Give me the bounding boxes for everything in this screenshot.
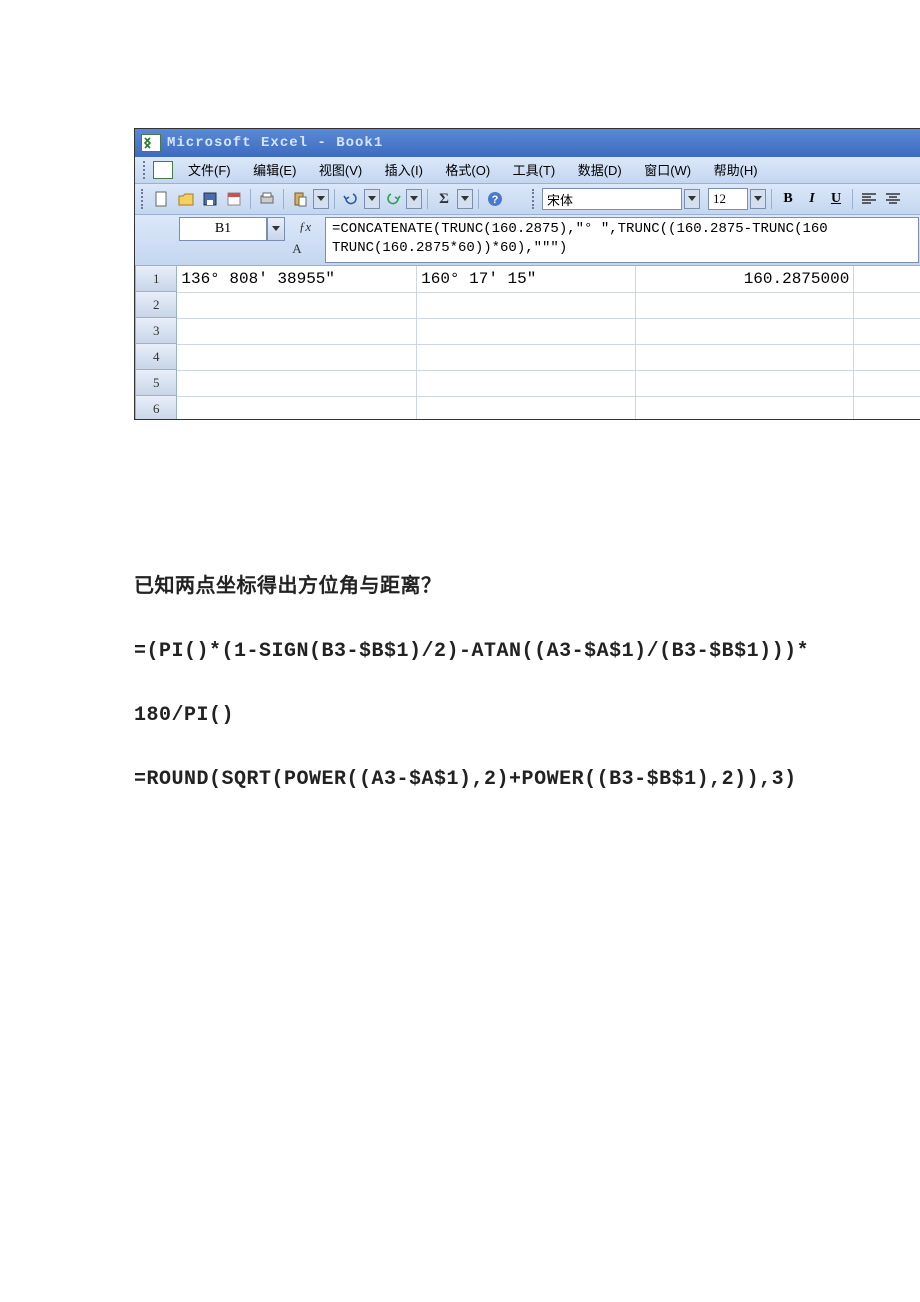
cell-D1[interactable]	[854, 266, 920, 293]
help-icon[interactable]: ?	[484, 188, 506, 210]
menu-data[interactable]: 数据(D)	[569, 163, 631, 178]
font-dropdown-icon[interactable]	[684, 189, 700, 209]
excel-screenshot: Microsoft Excel - Book1 文件(F) 编辑(E) 视图(V…	[134, 128, 920, 420]
underline-icon[interactable]: U	[825, 188, 847, 210]
cell-C1[interactable]: 160.2875000	[636, 266, 855, 293]
app-icon	[153, 161, 173, 179]
separator	[334, 189, 335, 209]
formula-text-1: =CONCATENATE(TRUNC(160.2875),"° ",TRUNC(…	[332, 220, 912, 239]
separator	[283, 189, 284, 209]
cell[interactable]	[417, 344, 636, 371]
cell[interactable]	[177, 318, 417, 345]
separator	[852, 189, 853, 209]
cell[interactable]	[417, 370, 636, 397]
cell[interactable]	[636, 344, 855, 371]
font-size-box[interactable]: 12	[708, 188, 748, 210]
cell-B1[interactable]: 160° 17′ 15″	[417, 266, 636, 293]
cell[interactable]	[854, 370, 920, 397]
cell[interactable]	[177, 370, 417, 397]
document-text: 已知两点坐标得出方位角与距离？ =(PI()*(1-SIGN(B3-$B$1)/…	[134, 572, 834, 828]
cell[interactable]	[636, 396, 855, 420]
cell[interactable]	[854, 344, 920, 371]
grip-icon	[143, 161, 149, 179]
title-bar: Microsoft Excel - Book1	[135, 129, 920, 157]
undo-dropdown-icon[interactable]	[364, 189, 380, 209]
doc-line-1: =(PI()*(1-SIGN(B3-$B$1)/2)-ATAN((A3-$A$1…	[134, 636, 834, 668]
doc-line-2: 180/PI()	[134, 700, 834, 732]
cell[interactable]	[177, 396, 417, 420]
menu-view[interactable]: 视图(V)	[310, 163, 371, 178]
menu-window[interactable]: 窗口(W)	[635, 163, 700, 178]
align-center-icon[interactable]	[882, 188, 904, 210]
menu-file[interactable]: 文件(F)	[179, 163, 240, 178]
spreadsheet-grid: A 1 136° 808′ 38955″ 160° 17′ 15″ 160.28…	[135, 266, 920, 420]
cell[interactable]	[636, 318, 855, 345]
cell[interactable]	[854, 318, 920, 345]
menu-bar: 文件(F) 编辑(E) 视图(V) 插入(I) 格式(O) 工具(T) 数据(D…	[135, 157, 920, 184]
bold-icon[interactable]: B	[777, 188, 799, 210]
menu-edit[interactable]: 编辑(E)	[244, 163, 305, 178]
italic-icon[interactable]: I	[801, 188, 823, 210]
redo-dropdown-icon[interactable]	[406, 189, 422, 209]
separator	[771, 189, 772, 209]
cell[interactable]	[417, 292, 636, 319]
namebox-dropdown-icon[interactable]	[267, 217, 285, 241]
svg-text:?: ?	[492, 194, 499, 206]
excel-icon	[141, 134, 161, 152]
autosum-dropdown-icon[interactable]	[457, 189, 473, 209]
cell[interactable]	[417, 396, 636, 420]
row-header[interactable]: 2	[135, 292, 177, 318]
name-box[interactable]: B1	[179, 217, 267, 241]
row-header[interactable]: 4	[135, 344, 177, 370]
menu-tools[interactable]: 工具(T)	[504, 163, 565, 178]
open-icon[interactable]	[175, 188, 197, 210]
formula-text-2: TRUNC(160.2875*60))*60),"″")	[332, 239, 912, 258]
redo-icon[interactable]	[382, 188, 404, 210]
autosum-icon[interactable]: Σ	[433, 188, 455, 210]
grip-icon	[141, 189, 147, 209]
cell[interactable]	[854, 292, 920, 319]
cell[interactable]	[177, 292, 417, 319]
separator	[427, 189, 428, 209]
row-header[interactable]: 6	[135, 396, 177, 420]
grip-icon	[532, 189, 538, 209]
separator	[250, 189, 251, 209]
menu-format[interactable]: 格式(O)	[436, 163, 499, 178]
fontsize-dropdown-icon[interactable]	[750, 189, 766, 209]
row-header[interactable]: 5	[135, 370, 177, 396]
cell[interactable]	[177, 344, 417, 371]
column-header-A[interactable]: A	[177, 241, 417, 257]
row-header[interactable]: 3	[135, 318, 177, 344]
cell-A1[interactable]: 136° 808′ 38955″	[177, 266, 417, 293]
cell[interactable]	[854, 396, 920, 420]
doc-line-3: =ROUND(SQRT(POWER((A3-$A$1),2)+POWER((B3…	[134, 764, 834, 796]
save-icon[interactable]	[199, 188, 221, 210]
permission-icon[interactable]	[223, 188, 245, 210]
paste-icon[interactable]	[289, 188, 311, 210]
menu-help[interactable]: 帮助(H)	[705, 163, 767, 178]
menu-insert[interactable]: 插入(I)	[376, 163, 432, 178]
print-icon[interactable]	[256, 188, 278, 210]
row-header[interactable]: 1	[135, 266, 177, 292]
new-icon[interactable]	[151, 188, 173, 210]
undo-icon[interactable]	[340, 188, 362, 210]
align-left-icon[interactable]	[858, 188, 880, 210]
cell[interactable]	[417, 318, 636, 345]
paste-dropdown-icon[interactable]	[313, 189, 329, 209]
toolbar: Σ ? 宋体 12 B I U	[135, 184, 920, 215]
cell[interactable]	[636, 370, 855, 397]
fx-icon[interactable]: ƒx	[285, 215, 325, 265]
separator	[478, 189, 479, 209]
doc-heading: 已知两点坐标得出方位角与距离？	[134, 572, 834, 604]
window-title: Microsoft Excel - Book1	[167, 135, 383, 151]
font-name-box[interactable]: 宋体	[542, 188, 682, 210]
cell[interactable]	[636, 292, 855, 319]
